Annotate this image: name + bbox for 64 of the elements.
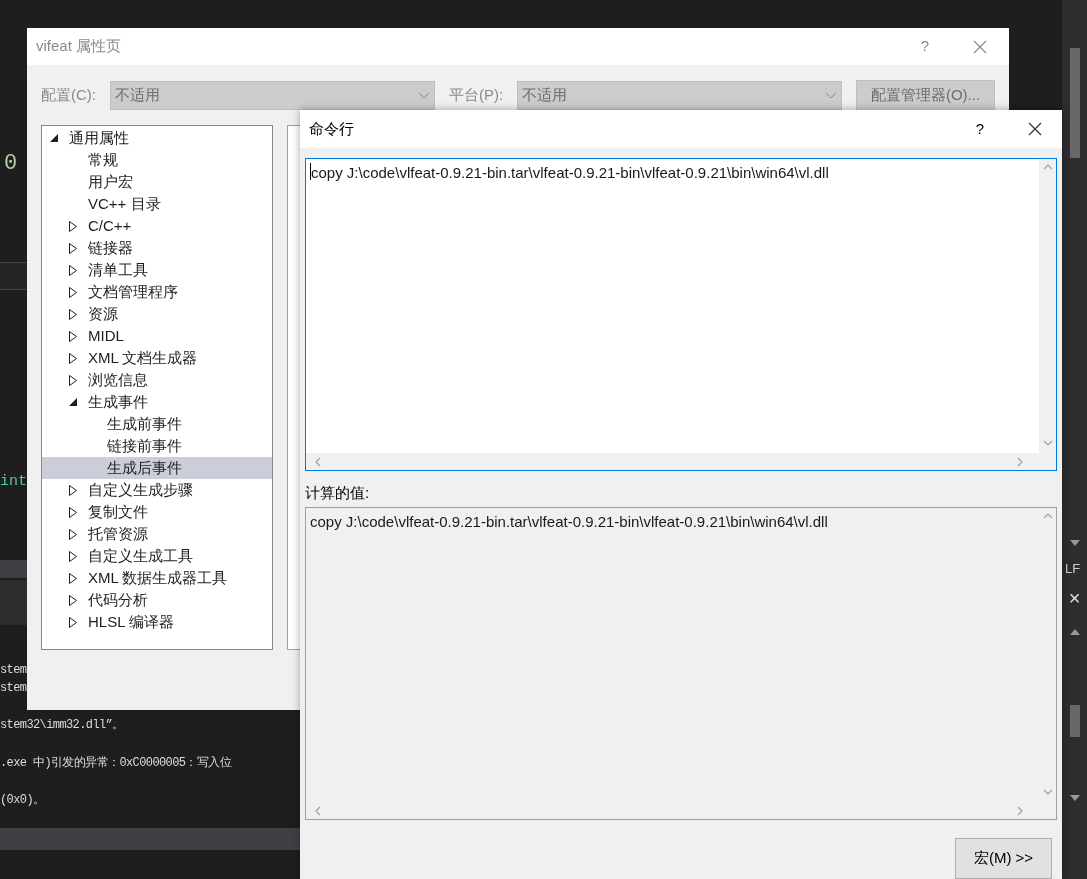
tree-item[interactable]: VC++ 目录 bbox=[42, 193, 272, 215]
tree-item[interactable]: 生成事件 bbox=[42, 391, 272, 413]
tree-item[interactable]: 链接前事件 bbox=[42, 435, 272, 457]
collapsed-triangle-icon[interactable] bbox=[69, 308, 77, 320]
collapsed-triangle-icon[interactable] bbox=[69, 572, 77, 584]
collapsed-triangle-icon[interactable] bbox=[69, 374, 77, 386]
collapsed-triangle-icon[interactable] bbox=[69, 594, 77, 606]
evaluated-label: 计算的值: bbox=[305, 483, 371, 503]
scrollbar-thumb[interactable] bbox=[1069, 704, 1080, 737]
tree-item[interactable]: 常规 bbox=[42, 149, 272, 171]
tree-item[interactable]: 通用属性 bbox=[42, 127, 272, 149]
output-line: (0x0)。 bbox=[0, 792, 45, 809]
tree-item[interactable]: 自定义生成工具 bbox=[42, 545, 272, 567]
tree-item[interactable]: 资源 bbox=[42, 303, 272, 325]
collapsed-triangle-icon[interactable] bbox=[69, 242, 77, 254]
tree-item[interactable]: XML 文档生成器 bbox=[42, 347, 272, 369]
dialog-title: 命令行 bbox=[309, 118, 355, 139]
tree-item[interactable]: 托管资源 bbox=[42, 523, 272, 545]
tree-item[interactable]: 代码分析 bbox=[42, 589, 272, 611]
output-line: stem bbox=[0, 680, 27, 697]
tree-item[interactable]: 文档管理程序 bbox=[42, 281, 272, 303]
dialog-title: vifeat 属性页 bbox=[36, 36, 123, 57]
collapsed-triangle-icon[interactable] bbox=[69, 352, 77, 364]
tree-item[interactable]: 生成前事件 bbox=[42, 413, 272, 435]
close-button[interactable]: × bbox=[1068, 586, 1081, 609]
collapsed-triangle-icon[interactable] bbox=[69, 484, 77, 496]
config-label: 配置(C): bbox=[41, 85, 97, 106]
platform-label: 平台(P): bbox=[449, 85, 505, 106]
tree-item[interactable]: 浏览信息 bbox=[42, 369, 272, 391]
collapsed-triangle-icon[interactable] bbox=[69, 220, 77, 232]
tree-item[interactable]: 复制文件 bbox=[42, 501, 272, 523]
line-ending-label: LF bbox=[1064, 560, 1081, 578]
scroll-down-icon[interactable] bbox=[1069, 540, 1080, 546]
output-line: .exe 中)引发的异常：0xC0000005：写入位 bbox=[0, 755, 232, 772]
output-line: stem bbox=[0, 662, 27, 679]
collapsed-triangle-icon[interactable] bbox=[69, 286, 77, 298]
expanded-triangle-icon[interactable] bbox=[69, 398, 77, 406]
collapsed-triangle-icon[interactable] bbox=[69, 264, 77, 276]
tree-item[interactable]: HLSL 编译器 bbox=[42, 611, 272, 633]
tree-item[interactable]: 链接器 bbox=[42, 237, 272, 259]
tree-item[interactable]: 清单工具 bbox=[42, 259, 272, 281]
tree-item[interactable]: MIDL bbox=[42, 325, 272, 347]
collapsed-triangle-icon[interactable] bbox=[69, 550, 77, 562]
collapsed-triangle-icon[interactable] bbox=[69, 616, 77, 628]
expanded-triangle-icon[interactable] bbox=[50, 134, 58, 142]
output-line: stem32\imm32.dll”。 bbox=[0, 717, 124, 734]
tree-item[interactable]: C/C++ bbox=[42, 215, 272, 237]
help-button[interactable]: ? bbox=[920, 35, 929, 58]
collapsed-triangle-icon[interactable] bbox=[69, 330, 77, 342]
macros-button[interactable]: 宏(M) >> bbox=[955, 838, 1052, 879]
tree-item[interactable]: 自定义生成步骤 bbox=[42, 479, 272, 501]
tree-item[interactable]: XML 数据生成器工具 bbox=[42, 567, 272, 589]
help-button[interactable]: ? bbox=[975, 117, 984, 141]
collapsed-triangle-icon[interactable] bbox=[69, 528, 77, 540]
scrollbar-thumb[interactable] bbox=[1069, 48, 1080, 158]
text-cursor bbox=[310, 163, 311, 180]
tree-item[interactable]: 生成后事件 bbox=[42, 457, 272, 479]
close-icon[interactable] bbox=[1028, 122, 1042, 136]
collapsed-triangle-icon[interactable] bbox=[69, 506, 77, 518]
code-text: 0 bbox=[4, 150, 18, 178]
code-text: int bbox=[0, 472, 27, 492]
scroll-down-icon[interactable] bbox=[1069, 794, 1080, 801]
tree-item[interactable]: 用户宏 bbox=[42, 171, 272, 193]
scroll-up-icon[interactable] bbox=[1069, 628, 1080, 635]
